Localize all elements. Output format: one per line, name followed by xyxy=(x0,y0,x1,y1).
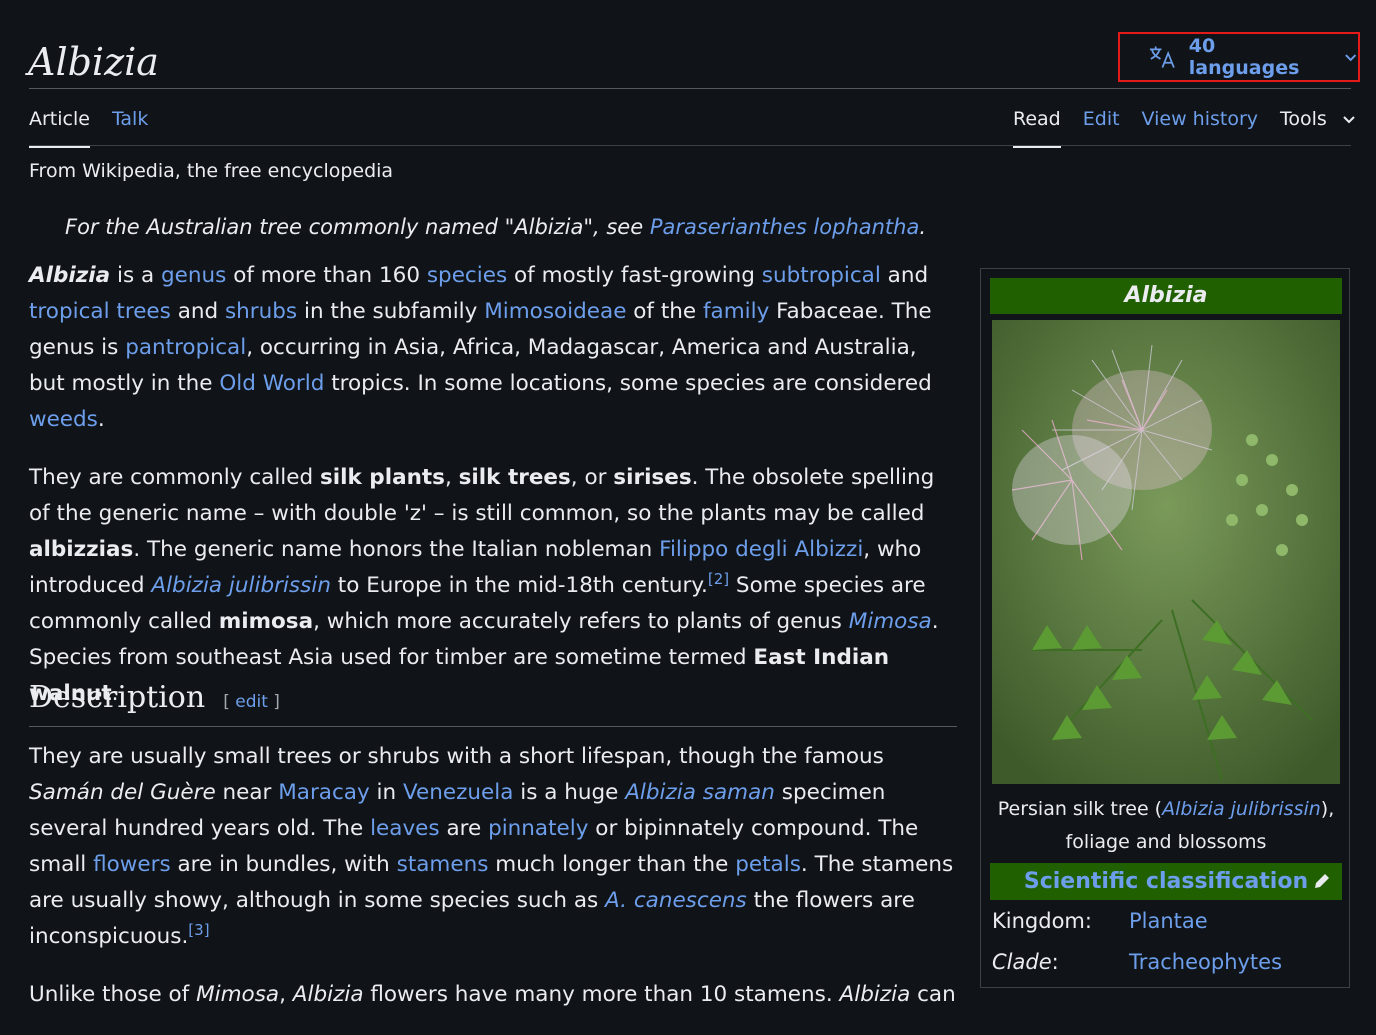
link-filippo-degli-albizzi[interactable]: Filippo degli Albizzi xyxy=(659,537,863,562)
bold-term: Albizia xyxy=(29,263,111,288)
link-albizia-julibrissin[interactable]: Albizia julibrissin xyxy=(151,573,331,598)
hatnote: For the Australian tree commonly named "… xyxy=(65,215,926,239)
link-weeds[interactable]: weeds xyxy=(29,407,98,432)
taxon-row-clade: Clade: Tracheophytes xyxy=(992,950,1282,974)
chevron-down-icon xyxy=(1343,116,1355,124)
hatnote-text: . xyxy=(919,215,927,239)
pencil-icon[interactable] xyxy=(1312,871,1332,891)
site-tagline: From Wikipedia, the free encyclopedia xyxy=(29,160,394,182)
hatnote-link[interactable]: Paraserianthes lophantha xyxy=(650,215,920,239)
taxon-link-plantae[interactable]: Plantae xyxy=(1129,909,1208,933)
infobox-image[interactable] xyxy=(992,320,1340,784)
namespace-tabs: Article Talk xyxy=(29,108,148,148)
hatnote-text: For the Australian tree commonly named "… xyxy=(65,215,650,239)
language-selector-button[interactable]: 40 languages xyxy=(1118,32,1360,82)
link-subtropical[interactable]: subtropical xyxy=(762,263,881,288)
tab-edit[interactable]: Edit xyxy=(1083,108,1120,140)
link-leaves[interactable]: leaves xyxy=(370,816,440,841)
description-paragraph-2: Unlike those of Mimosa, Albizia flowers … xyxy=(29,982,956,1007)
tab-view-history[interactable]: View history xyxy=(1142,108,1258,140)
title-divider xyxy=(29,88,1351,89)
lead-paragraph-2: They are commonly called silk plants, si… xyxy=(29,465,939,706)
link-old-world[interactable]: Old World xyxy=(219,371,324,396)
languages-label: 40 languages xyxy=(1188,35,1300,79)
link-pinnately[interactable]: pinnately xyxy=(488,816,588,841)
caption-link-albizia-julibrissin[interactable]: Albizia julibrissin xyxy=(1162,798,1321,820)
description-paragraph-1: They are usually small trees or shrubs w… xyxy=(29,744,954,949)
link-stamens[interactable]: stamens xyxy=(397,852,489,877)
tabs-divider xyxy=(29,145,1351,146)
taxon-link-tracheophytes[interactable]: Tracheophytes xyxy=(1129,950,1282,974)
link-flowers[interactable]: flowers xyxy=(93,852,171,877)
description-section: They are usually small trees or shrubs w… xyxy=(29,739,959,1035)
link-a-canescens[interactable]: A. canescens xyxy=(605,888,747,913)
link-pantropical[interactable]: pantropical xyxy=(125,335,246,360)
infobox-title: Albizia xyxy=(990,278,1342,314)
tab-article[interactable]: Article xyxy=(29,108,90,148)
link-maracay[interactable]: Maracay xyxy=(278,780,369,805)
link-tropical[interactable]: tropical xyxy=(29,299,110,324)
taxon-row-kingdom: Kingdom: Plantae xyxy=(992,909,1208,933)
reference-3[interactable]: [3] xyxy=(188,921,209,939)
translate-icon xyxy=(1149,46,1175,68)
taxon-rank-label: Kingdom: xyxy=(992,909,1092,933)
link-albizia-saman[interactable]: Albizia saman xyxy=(625,780,775,805)
section-heading-description: Description [ edit ] xyxy=(29,680,957,727)
tab-talk[interactable]: Talk xyxy=(112,108,148,140)
lead-paragraph-1: Albizia is a genus of more than 160 spec… xyxy=(29,263,932,432)
infobox-caption: Persian silk tree (Albizia julibrissin),… xyxy=(997,798,1335,853)
link-trees[interactable]: trees xyxy=(116,299,170,324)
section-title: Description xyxy=(29,680,206,715)
tools-label: Tools xyxy=(1280,108,1327,130)
link-mimosoideae[interactable]: Mimosoideae xyxy=(484,299,626,324)
scientific-classification-header: Scientific classification xyxy=(990,863,1342,900)
link-species[interactable]: species xyxy=(427,263,507,288)
article-lead: Albizia is a genus of more than 160 spec… xyxy=(29,258,959,734)
link-petals[interactable]: petals xyxy=(735,852,801,877)
albizia-photo xyxy=(992,320,1340,784)
link-venezuela[interactable]: Venezuela xyxy=(403,780,513,805)
view-tabs: Read Edit View history Tools xyxy=(1013,108,1357,148)
link-family[interactable]: family xyxy=(703,299,769,324)
page-title: Albizia xyxy=(28,40,159,84)
chevron-down-icon xyxy=(1344,54,1356,62)
taxon-rank-label: Clade: xyxy=(992,950,1059,974)
tab-read[interactable]: Read xyxy=(1013,108,1061,148)
scientific-classification-link[interactable]: Scientific classification xyxy=(1024,869,1308,894)
tools-menu[interactable]: Tools xyxy=(1280,108,1357,140)
reference-2[interactable]: [2] xyxy=(708,570,729,588)
section-edit: [ edit ] xyxy=(223,692,280,712)
link-genus[interactable]: genus xyxy=(161,263,226,288)
link-shrubs[interactable]: shrubs xyxy=(225,299,297,324)
section-edit-link[interactable]: edit xyxy=(235,692,268,712)
taxobox: Albizia Persian silk tree (Albizia julib… xyxy=(980,268,1350,988)
link-mimosa[interactable]: Mimosa xyxy=(849,609,932,634)
